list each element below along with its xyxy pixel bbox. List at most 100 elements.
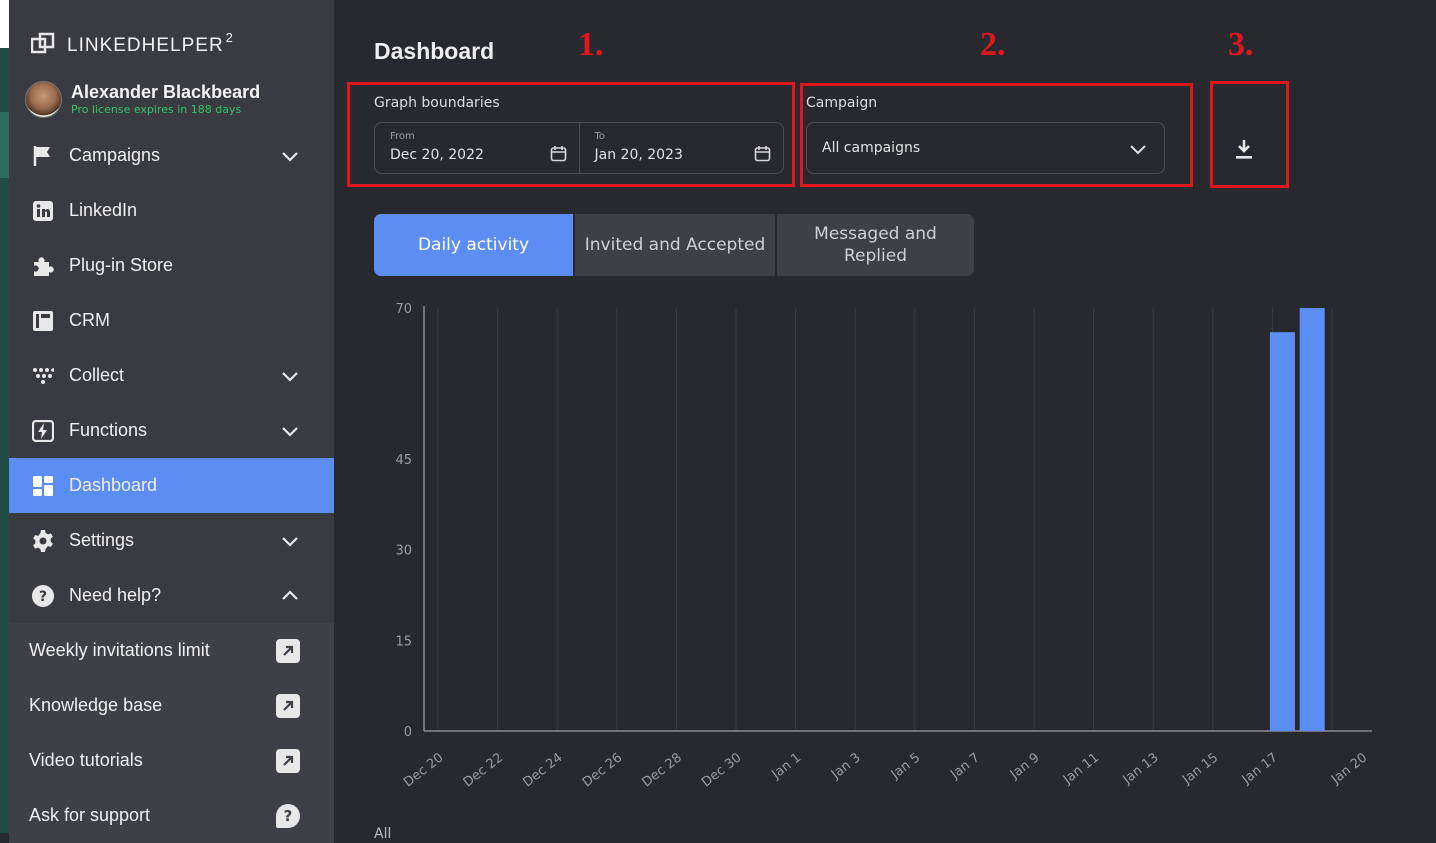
x-tick-label: Dec 24 [520,750,565,790]
x-tick-label: Jan 7 [947,750,983,782]
lightning-icon [31,419,55,443]
sidebar: LINKEDHELPER 2 Alexander Blackbeard Pro l… [9,0,334,843]
puzzle-icon [31,254,55,278]
calendar-icon[interactable] [754,145,771,162]
campaign-label: Campaign [806,95,878,111]
license-status: Pro license expires in 188 days [71,102,242,116]
from-label: From [390,131,415,142]
user-profile[interactable]: Alexander Blackbeard Pro license expires… [25,81,260,118]
to-label: To [594,131,606,142]
app-logo[interactable]: LINKEDHELPER 2 [31,30,234,57]
chevron-down-icon[interactable] [280,531,300,551]
x-tick-label: Dec 20 [401,750,446,790]
y-tick-label: 30 [395,544,412,559]
sidebar-item-label: CRM [69,310,110,330]
crm-icon [31,309,55,333]
sidebar-item-need-help[interactable]: ? Need help? [9,568,334,623]
external-link-icon [276,749,300,773]
y-tick-label: 45 [395,453,412,468]
x-tick-label: Dec 22 [461,750,506,790]
sidebar-item-crm[interactable]: CRM [9,293,334,348]
chart-tabs: Daily activity Invited and Accepted Mess… [374,214,974,276]
help-item-label: Ask for support [29,805,151,825]
tab-daily-activity[interactable]: Daily activity [374,214,573,276]
sidebar-item-label: Collect [69,365,125,385]
help-submenu: Weekly invitations limit Knowledge base … [9,623,334,843]
chevron-up-icon[interactable] [280,586,300,606]
annotation-2: 2. [980,26,1006,63]
x-tick-label: Dec 26 [580,750,625,790]
help-item-weekly-invitations[interactable]: Weekly invitations limit [9,623,334,678]
calendar-icon[interactable] [550,145,567,162]
help-item-label: Knowledge base [29,695,163,715]
annotation-1: 1. [578,26,604,63]
gear-icon [31,529,55,553]
user-name: Alexander Blackbeard [71,81,261,102]
annotation-box-3 [1210,81,1289,188]
sidebar-item-label: Functions [69,420,148,440]
sidebar-item-dashboard[interactable]: Dashboard [9,458,334,513]
from-date-field[interactable]: From Dec 20, 2022 [375,123,579,173]
x-tick-label: Jan 1 [768,750,804,782]
tab-invited-accepted[interactable]: Invited and Accepted [573,214,775,276]
help-item-label: Weekly invitations limit [29,640,210,660]
campaign-select-value: All campaigns [822,140,921,156]
main-content: Dashboard 1. 2. 3. Graph boundaries From… [334,0,1436,842]
sidebar-item-label: Need help? [69,585,162,605]
chart-bar [1269,332,1295,731]
sidebar-nav: Campaigns LinkedIn Plug-in Store CRM Col… [9,128,334,843]
sidebar-item-settings[interactable]: Settings [9,513,334,568]
svg-text:?: ? [39,589,47,605]
sidebar-item-collect[interactable]: Collect [9,348,334,403]
page-title: Dashboard [374,38,495,64]
to-date-field[interactable]: To Jan 20, 2023 [578,123,784,173]
help-item-knowledge-base[interactable]: Knowledge base [9,678,334,733]
daily-activity-chart: 0 15 30 45 70 Dec 20 Dec 22 Dec 24 Dec 26 Dec 28 D… [395,302,1372,790]
window-edge-top [0,0,9,48]
download-icon[interactable] [1232,137,1256,161]
chevron-down-icon[interactable] [280,146,300,166]
x-tick-label: Jan 20 [1328,750,1370,788]
x-tick-label: Dec 28 [640,750,685,790]
external-link-icon [276,694,300,718]
y-tick-label: 15 [395,634,412,649]
x-tick-label: Jan 15 [1179,750,1221,788]
x-tick-label: Jan 13 [1120,750,1162,788]
sidebar-item-functions[interactable]: Functions [9,403,334,458]
chart-bar [1299,308,1325,731]
x-tick-label: Jan 3 [828,750,864,782]
brand-name: LINKEDHELPER 2 [67,30,234,56]
x-tick-label: Jan 17 [1239,750,1281,788]
x-tick-label: Jan 5 [888,750,924,782]
linkedhelper-logo-icon [31,32,55,53]
tab-messaged-replied[interactable]: Messaged and Replied [775,214,974,276]
chevron-down-icon [1130,145,1146,155]
x-tick-label: Dec 30 [699,750,744,790]
avatar [25,81,62,118]
date-range-picker: From Dec 20, 2022 To Jan 20, 2023 [374,122,784,174]
y-tick-label: 0 [404,725,412,740]
y-tick-label: 70 [395,302,412,317]
summary-text: All [374,826,392,842]
sidebar-item-label: Campaigns [69,145,161,165]
linkedin-icon [31,199,55,223]
window-edge-mid [0,112,9,178]
help-item-video-tutorials[interactable]: Video tutorials [9,733,334,788]
sidebar-item-label: Dashboard [69,475,158,495]
campaign-select[interactable]: All campaigns [806,122,1165,174]
chevron-down-icon[interactable] [280,421,300,441]
sidebar-item-label: LinkedIn [69,200,138,220]
sidebar-item-plugin-store[interactable]: Plug-in Store [9,238,334,293]
help-icon: ? [31,584,55,608]
help-item-ask-support[interactable]: Ask for support ? [9,788,334,843]
x-tick-label: Jan 9 [1007,750,1043,782]
annotation-3: 3. [1228,26,1254,63]
help-item-label: Video tutorials [29,750,143,770]
graph-boundaries-label: Graph boundaries [374,95,500,111]
sidebar-item-campaigns[interactable]: Campaigns [9,128,334,183]
to-date-value: Jan 20, 2023 [594,147,683,163]
chevron-down-icon[interactable] [280,366,300,386]
flag-icon [31,144,55,168]
chat-help-icon: ? [276,804,300,828]
sidebar-item-linkedin[interactable]: LinkedIn [9,183,334,238]
